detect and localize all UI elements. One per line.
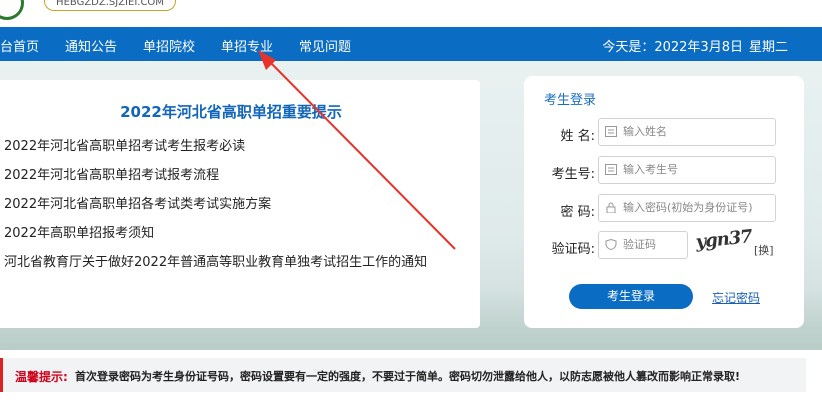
captcha-refresh-link[interactable]: [换]: [754, 242, 774, 258]
captcha-image[interactable]: ygn37: [695, 226, 754, 260]
shield-icon: [605, 239, 617, 250]
login-button[interactable]: 考生登录: [569, 284, 693, 309]
tip-label: 温馨提示:: [15, 370, 68, 384]
weekday-label: 星期二: [748, 40, 788, 55]
name-input[interactable]: 输入姓名: [598, 118, 776, 146]
site-logo-icon: [0, 0, 24, 20]
id-label: 考生号:: [551, 167, 595, 182]
id-card-icon: [605, 126, 617, 137]
nav-item-majors[interactable]: 单招专业: [221, 36, 273, 55]
password-input[interactable]: 输入密码(初始为身份证号): [598, 194, 776, 222]
name-label: 姓 名:: [560, 129, 595, 144]
current-date: 今天是：2022年3月8日 星期二: [596, 36, 788, 55]
site-header: HEBGZDZ.SJZIEI.COM: [0, 0, 822, 27]
login-panel: 考生登录 姓 名: 输入姓名 考生号: 输入考生号 密 码: 输入密码(初始为身…: [524, 76, 804, 328]
notice-link[interactable]: 2022年高职单招报考须知: [4, 225, 427, 254]
tip-bar: 温馨提示: 首次登录密码为考生身份证号码，密码设置要有一定的强度，不要过于简单。…: [0, 355, 822, 395]
nav-item-notices[interactable]: 通知公告: [65, 36, 117, 55]
nav-item-colleges[interactable]: 单招院校: [143, 36, 195, 55]
main-nav: 台首页 通知公告 单招院校 单招专业 常见问题 今天是：2022年3月8日 星期二: [0, 27, 822, 61]
student-id-input[interactable]: 输入考生号: [598, 156, 776, 184]
nav-item-faq[interactable]: 常见问题: [299, 36, 351, 55]
password-placeholder: 输入密码(初始为身份证号): [623, 201, 753, 214]
login-title: 考生登录: [544, 93, 597, 108]
tip-text: 首次登录密码为考生身份证号码，密码设置要有一定的强度，不要过于简单。密码切勿泄露…: [75, 370, 741, 383]
notice-title: 2022年河北省高职单招重要提示: [120, 103, 342, 121]
name-placeholder: 输入姓名: [623, 125, 667, 138]
notice-link[interactable]: 2022年河北省高职单招考试考生报考必读: [4, 138, 427, 167]
page: HEBGZDZ.SJZIEI.COM 台首页 通知公告 单招院校 单招专业 常见…: [0, 0, 822, 400]
notice-link[interactable]: 河北省教育厅关于做好2022年普通高等职业教育单独考试招生工作的通知: [4, 254, 427, 283]
notice-panel: 2022年河北省高职单招重要提示 2022年河北省高职单招考试考生报考必读 20…: [0, 80, 480, 328]
lock-icon: [606, 202, 616, 213]
notice-link[interactable]: 2022年河北省高职单招考试报考流程: [4, 167, 427, 196]
captcha-placeholder: 验证码: [623, 238, 656, 251]
captcha-input[interactable]: 验证码: [598, 231, 688, 259]
id-card-icon: [605, 164, 617, 175]
site-url: HEBGZDZ.SJZIEI.COM: [44, 0, 176, 11]
forgot-password-link[interactable]: 忘记密码: [712, 289, 760, 306]
password-label: 密 码:: [560, 205, 595, 220]
captcha-label: 验证码:: [551, 242, 595, 257]
notice-list: 2022年河北省高职单招考试考生报考必读 2022年河北省高职单招考试报考流程 …: [4, 138, 427, 283]
notice-link[interactable]: 2022年河北省高职单招各考试类考试实施方案: [4, 196, 427, 225]
id-placeholder: 输入考生号: [623, 163, 678, 176]
nav-item-home[interactable]: 台首页: [0, 36, 39, 55]
tip-box: 温馨提示: 首次登录密码为考生身份证号码，密码设置要有一定的强度，不要过于简单。…: [0, 358, 806, 392]
date-label: 今天是：2022年3月8日: [602, 40, 743, 55]
